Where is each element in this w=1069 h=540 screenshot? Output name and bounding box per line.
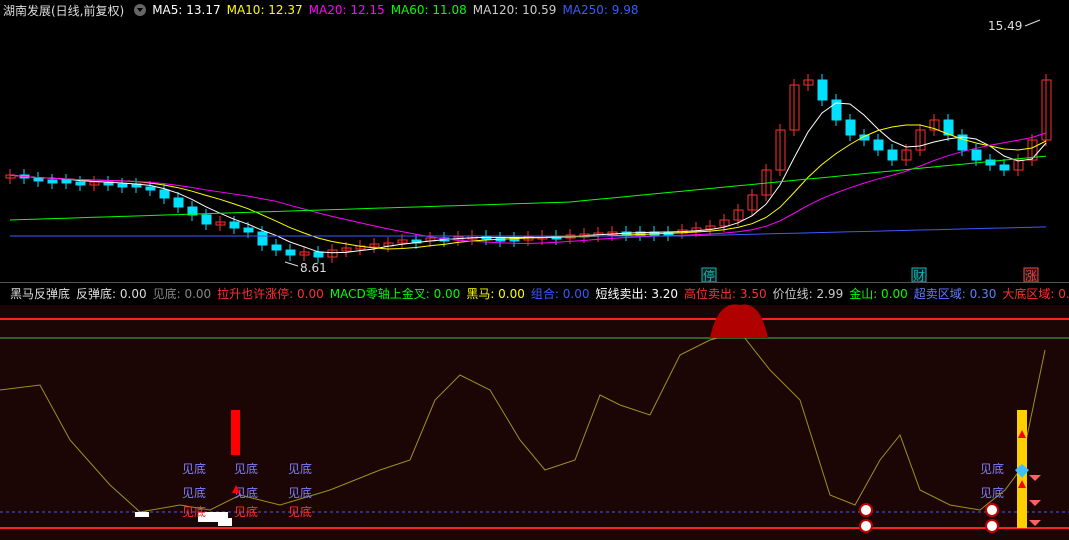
candle [145,186,156,191]
bottom-signal-icon [859,519,873,533]
bottom-signal-label: 见底 [980,461,1004,476]
candle [61,179,72,184]
candle [313,251,324,258]
indicator-value-4: 黑马: 0.00 [466,286,525,301]
candle [117,183,128,188]
bottom-signal-label: 见底 [288,461,312,476]
candle [257,231,268,246]
bottom-signal-label: 见底 [182,485,206,500]
candle [873,139,884,151]
candle [33,177,44,182]
ma250-label: MA250: 9.98 [562,3,639,17]
candle [271,244,282,251]
candle [845,119,856,136]
high-price-arrow [1024,19,1041,27]
bottom-signal-label: 见底 [182,461,206,476]
candle [887,149,898,161]
indicator-value-9: 金山: 0.00 [849,286,908,301]
candle [285,249,296,256]
indicator-value-11: 大底区域: 0.00 [1002,286,1069,301]
candle [999,164,1010,171]
ma120-label: MA120: 10.59 [472,3,557,17]
chart-canvas: 15.498.61停财涨见底见底见底见底见底见底见底见底见底见底见底 [0,19,1069,540]
event-marker-1: 财 [913,269,925,283]
ma60-line [9,155,1047,221]
indicator-values: 反弹底: 0.00 见底: 0.00 拉升也许涨停: 0.00 MACD零轴上金叉: … [76,285,1069,302]
candle [817,79,828,101]
candle [243,227,254,233]
bottom-signal-label: 见底 [234,504,258,519]
indicator-value-8: 价位线: 2.99 [772,286,844,301]
high-price-label: 15.49 [988,19,1022,33]
candle [971,149,982,161]
candle [75,181,86,186]
bottom-signal-label: 见底 [288,485,312,500]
bottom-signal-label: 见底 [980,485,1004,500]
indicator-value-10: 超卖区域: 0.30 [913,286,997,301]
candle [47,179,58,184]
bottom-signal-icon [985,519,999,533]
oversold-block [218,518,232,526]
oversold-block [135,512,149,517]
indicator-value-2: 拉升也许涨停: 0.00 [217,286,324,301]
indicator-header: 黑马反弹底 反弹底: 0.00 见底: 0.00 拉升也许涨停: 0.00 MACD零… [0,283,1069,303]
indicator-bg [0,305,1069,540]
ma10-label: MA10: 12.37 [226,3,303,17]
dropdown-icon[interactable] [134,4,147,16]
event-marker-2: 涨 [1025,268,1037,283]
rally-bar [231,410,240,455]
candle [229,221,240,229]
bottom-signal-label: 见底 [182,504,206,519]
candle [159,189,170,199]
ma20-label: MA20: 12.15 [308,3,385,17]
ma60-label: MA60: 11.08 [390,3,467,17]
indicator-value-7: 高位卖出: 3.50 [684,286,767,301]
bottom-signal-icon [859,503,873,517]
bottom-signal-label: 见底 [288,504,312,519]
chart-title[interactable]: 湖南发展(日线,前复权) [3,2,124,19]
ma5-label: MA5: 13.17 [152,3,221,17]
indicator-value-6: 短线卖出: 3.20 [595,286,679,301]
bottom-signal-label: 见底 [234,461,258,476]
bottom-signal-icon [985,503,999,517]
indicator-value-0: 反弹底: 0.00 [76,286,147,301]
main-chart-header: 湖南发展(日线,前复权) MA5: 13.17 MA10: 12.37 MA20… [0,0,1069,20]
indicator-value-5: 组合: 0.00 [530,286,590,301]
event-marker-0: 停 [703,268,715,283]
candle [201,214,212,225]
indicator-title[interactable]: 黑马反弹底 [10,285,70,302]
indicator-value-1: 见底: 0.00 [152,286,212,301]
indicator-value-3: MACD零轴上金叉: 0.00 [329,286,461,301]
low-price-label: 8.61 [300,261,327,275]
low-price-arrow [284,261,299,267]
candle [173,197,184,208]
